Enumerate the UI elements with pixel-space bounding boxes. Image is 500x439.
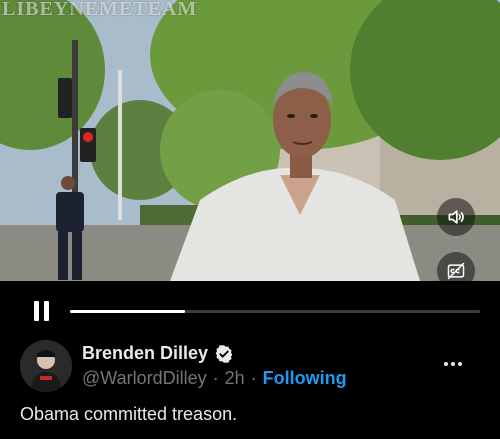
pause-icon bbox=[33, 301, 39, 321]
more-options-button[interactable] bbox=[440, 354, 466, 374]
video-watermark: LIBEYNEMETEAM bbox=[2, 0, 198, 20]
following-button[interactable]: Following bbox=[263, 368, 347, 389]
author-name-row[interactable]: Brenden Dilley bbox=[82, 343, 234, 364]
tweet-meta: @WarlordDilley · 2h · Following bbox=[82, 368, 347, 389]
video-player[interactable]: LIBEYNEMETEAM bbox=[0, 0, 500, 281]
captions-off-icon bbox=[447, 262, 465, 280]
player-controls bbox=[0, 281, 500, 337]
timestamp[interactable]: 2h bbox=[225, 368, 245, 389]
more-horizontal-icon bbox=[444, 362, 448, 366]
tweet-text: Obama committed treason. bbox=[20, 404, 238, 424]
speaker-icon bbox=[448, 210, 464, 224]
pause-button[interactable] bbox=[32, 301, 50, 323]
meta-separator: · bbox=[212, 368, 219, 388]
verified-badge-icon bbox=[215, 344, 233, 363]
avatar-image bbox=[20, 340, 72, 392]
volume-button[interactable] bbox=[437, 198, 475, 236]
progress-bar[interactable] bbox=[70, 310, 480, 313]
avatar[interactable] bbox=[20, 340, 72, 392]
progress-fill bbox=[70, 310, 185, 313]
video-frame bbox=[0, 0, 500, 281]
author-name[interactable]: Brenden Dilley bbox=[82, 343, 208, 364]
author-handle[interactable]: @WarlordDilley bbox=[82, 368, 207, 389]
meta-separator-2: · bbox=[250, 368, 257, 388]
